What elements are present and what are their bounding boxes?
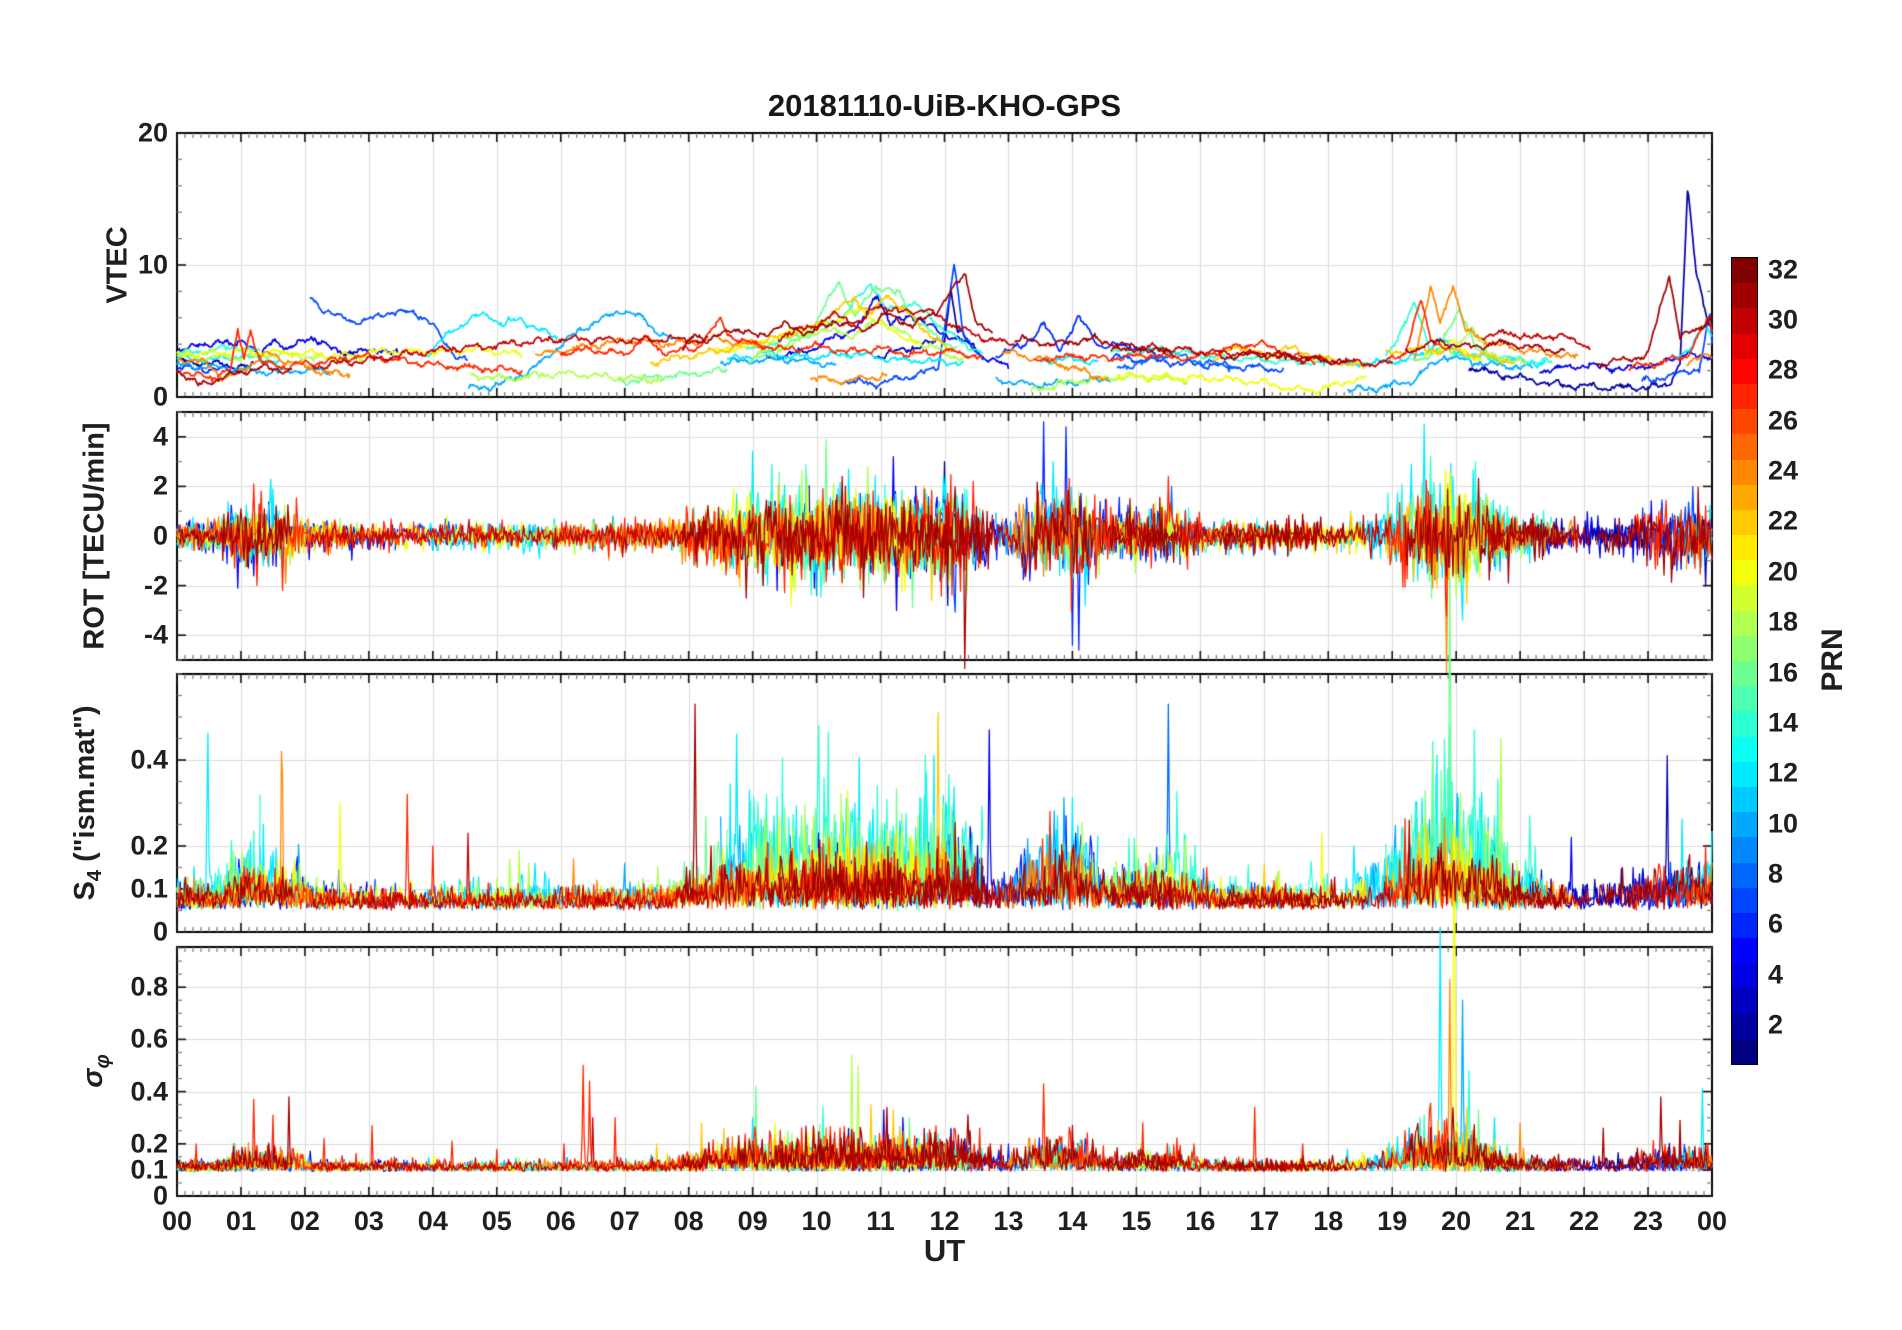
colorbar-block-prn-29 xyxy=(1732,333,1757,359)
colorbar-block-prn-12 xyxy=(1732,761,1757,787)
x-tick-label: 14 xyxy=(1057,1206,1088,1236)
colorbar-block-prn-22 xyxy=(1732,509,1757,536)
x-tick-label: 23 xyxy=(1633,1206,1664,1236)
colorbar-tick-label: 32 xyxy=(1768,254,1799,285)
y-tick-label-rot: -4 xyxy=(143,619,168,650)
y-tick-label-rot: -2 xyxy=(143,570,168,601)
x-tick-label: 18 xyxy=(1313,1206,1344,1236)
colorbar-tick-label: 18 xyxy=(1768,606,1799,637)
y-tick-label-s4: 0.2 xyxy=(130,830,168,861)
colorbar-block-prn-27 xyxy=(1732,383,1757,410)
colorbar-tick-label: 24 xyxy=(1768,455,1799,486)
y-tick-label-sigma_phi: 0.6 xyxy=(130,1023,168,1054)
colorbar-block-prn-30 xyxy=(1732,308,1757,334)
colorbar-block-prn-5 xyxy=(1732,938,1757,964)
colorbar-tick-label: 14 xyxy=(1768,707,1799,738)
colorbar-block-prn-18 xyxy=(1732,610,1757,636)
x-tick-label: 16 xyxy=(1185,1206,1216,1236)
x-tick-label: 00 xyxy=(161,1206,193,1236)
x-tick-label: 19 xyxy=(1377,1206,1408,1236)
y-tick-label-sigma_phi: 0.8 xyxy=(130,971,168,1002)
colorbar-block-prn-1 xyxy=(1732,1038,1757,1064)
y-tick-label-s4: 0.1 xyxy=(130,873,168,904)
x-tick-label: 00 xyxy=(1696,1206,1728,1236)
x-tick-label: 02 xyxy=(289,1206,320,1236)
colorbar-block-prn-10 xyxy=(1732,812,1757,838)
colorbar-block-prn-9 xyxy=(1732,837,1757,863)
colorbar-block-prn-28 xyxy=(1732,358,1757,384)
x-tick-label: 06 xyxy=(545,1206,576,1236)
y-axis-label-s4: S4 ("ism.mat") xyxy=(69,705,107,900)
colorbar-block-prn-24 xyxy=(1732,459,1757,485)
figure: 20181110-UiB-KHO-GPS VTEC ROT [TECU/min]… xyxy=(0,0,1902,1330)
colorbar-tick-label: 28 xyxy=(1768,354,1799,385)
colorbar-tick-label: 2 xyxy=(1768,1009,1784,1040)
colorbar-block-prn-25 xyxy=(1732,434,1757,460)
colorbar-block-prn-31 xyxy=(1732,283,1757,309)
colorbar-tick-label: 8 xyxy=(1768,858,1784,889)
colorbar-block-prn-4 xyxy=(1732,963,1757,989)
colorbar xyxy=(1731,257,1758,1065)
y-tick-label-rot: 2 xyxy=(152,470,168,501)
y-tick-label-s4: 0.4 xyxy=(130,744,168,775)
colorbar-block-prn-13 xyxy=(1732,736,1757,762)
colorbar-block-prn-19 xyxy=(1732,585,1757,611)
colorbar-block-prn-14 xyxy=(1732,711,1757,737)
x-tick-label: 20 xyxy=(1441,1206,1472,1236)
colorbar-block-prn-21 xyxy=(1732,535,1757,561)
y-tick-label-vtec: 20 xyxy=(137,117,168,148)
colorbar-block-prn-16 xyxy=(1732,661,1757,687)
plot-canvas xyxy=(0,0,1902,1330)
chart-title: 20181110-UiB-KHO-GPS xyxy=(767,88,1122,123)
x-tick-label: 15 xyxy=(1121,1206,1152,1236)
y-tick-label-sigma_phi: 0.4 xyxy=(130,1076,168,1107)
colorbar-tick-label: 20 xyxy=(1768,556,1799,587)
x-axis-label: UT xyxy=(923,1233,966,1268)
colorbar-tick-label: 16 xyxy=(1768,657,1799,688)
colorbar-block-prn-15 xyxy=(1732,686,1757,712)
y-tick-label-rot: 4 xyxy=(152,421,168,452)
x-tick-label: 01 xyxy=(225,1206,256,1236)
x-tick-label: 04 xyxy=(417,1206,448,1236)
colorbar-tick-label: 22 xyxy=(1768,505,1799,536)
x-tick-label: 10 xyxy=(801,1206,832,1236)
colorbar-tick-label: 4 xyxy=(1768,959,1784,990)
x-tick-label: 03 xyxy=(353,1206,384,1236)
colorbar-tick-label: 30 xyxy=(1768,304,1799,335)
x-tick-label: 21 xyxy=(1505,1206,1536,1236)
colorbar-tick-label: 10 xyxy=(1768,808,1799,839)
colorbar-block-prn-20 xyxy=(1732,560,1757,586)
colorbar-block-prn-8 xyxy=(1732,862,1757,888)
colorbar-block-prn-17 xyxy=(1732,635,1757,661)
colorbar-block-prn-3 xyxy=(1732,988,1757,1014)
x-tick-label: 17 xyxy=(1249,1206,1280,1236)
y-tick-label-sigma_phi: 0.2 xyxy=(130,1128,168,1159)
x-tick-label: 22 xyxy=(1569,1206,1600,1236)
colorbar-block-prn-7 xyxy=(1732,887,1757,913)
x-tick-label: 05 xyxy=(481,1206,512,1236)
x-tick-label: 09 xyxy=(737,1206,768,1236)
colorbar-block-prn-26 xyxy=(1732,409,1757,435)
y-tick-label-rot: 0 xyxy=(152,520,168,551)
colorbar-block-prn-23 xyxy=(1732,484,1757,510)
y-tick-label-vtec: 10 xyxy=(137,249,168,280)
colorbar-tick-label: 6 xyxy=(1768,908,1784,939)
colorbar-block-prn-32 xyxy=(1732,258,1757,284)
x-tick-label: 12 xyxy=(929,1206,960,1236)
x-tick-label: 13 xyxy=(993,1206,1024,1236)
x-tick-label: 07 xyxy=(609,1206,640,1236)
colorbar-block-prn-6 xyxy=(1732,912,1757,939)
x-tick-label: 08 xyxy=(673,1206,704,1236)
colorbar-tick-label: 26 xyxy=(1768,405,1799,436)
y-tick-label-s4: 0 xyxy=(152,916,168,947)
colorbar-block-prn-2 xyxy=(1732,1013,1757,1039)
colorbar-block-prn-11 xyxy=(1732,786,1757,813)
y-tick-label-vtec: 0 xyxy=(152,381,168,412)
x-tick-label: 11 xyxy=(866,1206,895,1236)
ylabel-sigma-sub: φ xyxy=(91,1054,114,1069)
colorbar-tick-label: 12 xyxy=(1768,757,1799,788)
colorbar-label: PRN xyxy=(1816,628,1849,692)
